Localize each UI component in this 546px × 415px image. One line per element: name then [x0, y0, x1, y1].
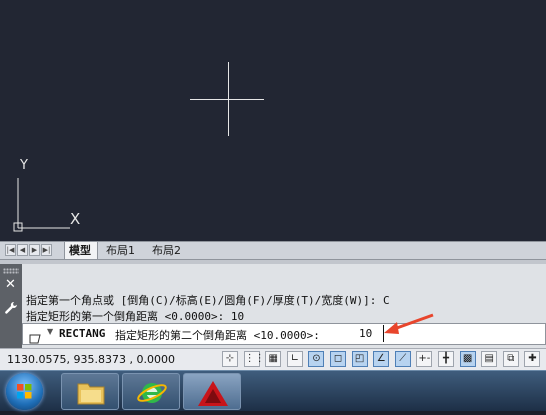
- drawing-canvas[interactable]: Y X: [0, 0, 546, 241]
- snap-mode-button[interactable]: ⋮⋮: [243, 351, 265, 367]
- wrench-icon[interactable]: [3, 300, 19, 316]
- grip-dots-icon: [3, 268, 19, 274]
- first-tab-button[interactable]: |◀: [5, 244, 16, 256]
- current-command-name: RECTANG: [59, 327, 106, 340]
- lineweight-button[interactable]: ╋: [438, 351, 454, 367]
- 3d-object-snap-button[interactable]: ◰: [351, 351, 368, 367]
- layout-tab-bar: |◀ ◀ ▶ ▶| 模型 布局1 布局2: [0, 241, 546, 260]
- command-history-line: 指定第一个角点或 [倒角(C)/标高(E)/圆角(F)/厚度(T)/宽度(W)]…: [26, 294, 390, 307]
- windows-taskbar: [0, 370, 546, 411]
- internet-explorer-icon[interactable]: [122, 373, 180, 410]
- ortho-mode-button[interactable]: ∟: [286, 351, 303, 367]
- command-input-row[interactable]: ▼ RECTANG 指定矩形的第二个倒角距离 <10.0000>: 10: [22, 323, 546, 345]
- last-tab-button[interactable]: ▶|: [41, 244, 52, 256]
- dynamic-ucs-button[interactable]: ⟋: [394, 351, 411, 367]
- object-snap-button[interactable]: ◻: [330, 351, 346, 367]
- transparency-button[interactable]: ▩: [459, 351, 476, 367]
- previous-tab-button[interactable]: ◀: [17, 244, 28, 256]
- coordinate-readout[interactable]: 1130.0575, 935.8373 , 0.0000: [7, 353, 175, 366]
- crosshair-cursor-vertical: [228, 62, 229, 136]
- tab-model[interactable]: 模型: [64, 242, 98, 259]
- file-explorer-icon[interactable]: [61, 373, 119, 410]
- polar-tracking-button[interactable]: ⊙: [308, 351, 325, 367]
- crosshair-cursor-horizontal: [190, 99, 264, 100]
- command-prompt-icon[interactable]: [29, 329, 43, 344]
- status-bar: 1130.0575, 935.8373 , 0.0000 ⊹ ⋮⋮ ▦ ∟ ⊙ ◻ ◰ ∠ ⟋ +…: [0, 348, 546, 371]
- tab-layout1[interactable]: 布局1: [102, 242, 141, 259]
- ucs-icon: Y X: [12, 158, 102, 238]
- annotation-arrow-icon: [384, 313, 434, 334]
- dynamic-input-button[interactable]: +-: [416, 351, 433, 367]
- annotation-monitor-button[interactable]: ✚: [524, 351, 541, 367]
- quick-properties-button[interactable]: ▤: [481, 351, 498, 367]
- autocad-icon[interactable]: [183, 373, 241, 410]
- command-history-line: 指定矩形的第一个倒角距离 <0.0000>: 10: [26, 310, 245, 323]
- grid-display-button[interactable]: ▦: [265, 351, 282, 367]
- tab-layout2[interactable]: 布局2: [148, 242, 187, 259]
- ucs-y-label: Y: [20, 158, 28, 173]
- command-prompt-text: 指定矩形的第二个倒角距离 <10.0000>:: [115, 329, 320, 342]
- next-tab-button[interactable]: ▶: [29, 244, 40, 256]
- command-line-grip[interactable]: ✕: [0, 264, 22, 348]
- object-snap-tracking-button[interactable]: ∠: [373, 351, 390, 367]
- close-icon[interactable]: ✕: [5, 278, 16, 292]
- infer-constraints-button[interactable]: ⊹: [222, 351, 238, 367]
- chevron-down-icon[interactable]: ▼: [47, 327, 53, 336]
- ucs-x-label: X: [70, 210, 81, 228]
- selection-cycling-button[interactable]: ⧉: [502, 351, 519, 367]
- start-button-icon[interactable]: [6, 373, 43, 410]
